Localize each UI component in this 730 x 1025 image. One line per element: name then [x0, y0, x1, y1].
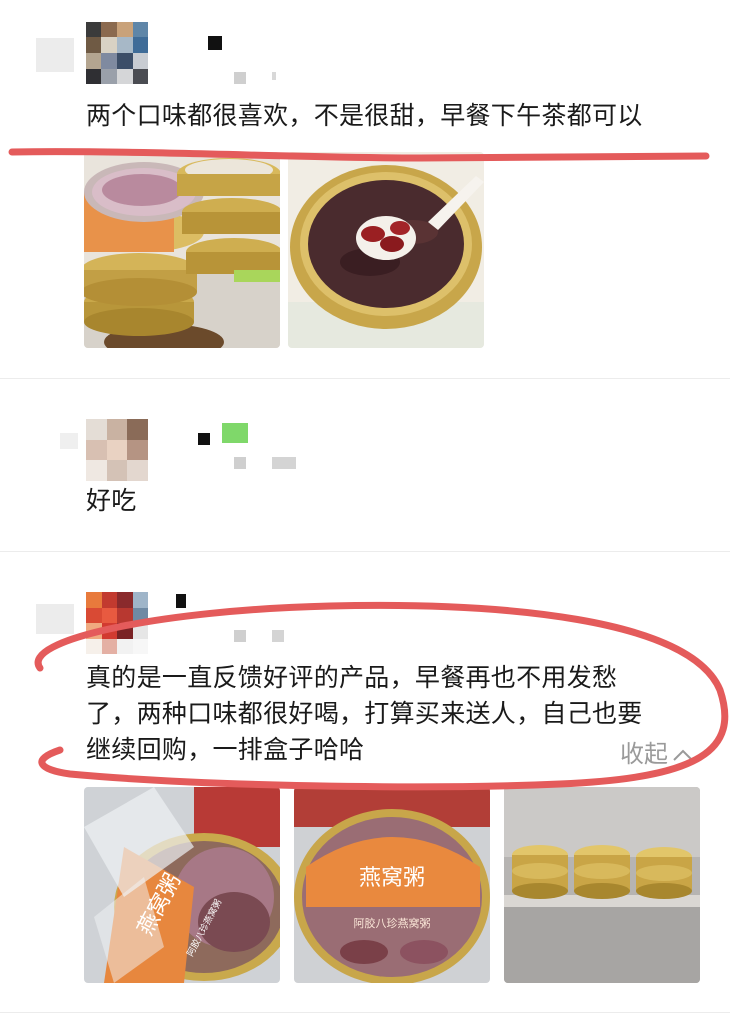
blurred-decoration — [36, 604, 74, 634]
masked-username — [208, 36, 222, 50]
avatar-mosaic — [86, 22, 148, 84]
masked-username — [198, 433, 210, 445]
review-card-1: 两个口味都很喜欢，不是很甜，早餐下午茶都可以 — [0, 0, 730, 378]
review-photo-wrapped-can[interactable]: 燕窝粥 阿胶八珍燕窝粥 — [84, 787, 280, 983]
collapse-label: 收起 — [620, 740, 668, 768]
user-avatar[interactable] — [86, 592, 148, 654]
masked-date — [234, 457, 246, 469]
review-text-line-1: 真的是一直反馈好评的产品，早餐再也不用发愁 — [86, 663, 618, 692]
masked-date-2 — [272, 457, 296, 469]
review-photo-can-shelf[interactable] — [504, 787, 700, 983]
masked-username — [176, 594, 186, 608]
collapse-button[interactable]: 收起 — [620, 734, 694, 769]
review-divider — [0, 1012, 730, 1013]
masked-username-color — [222, 423, 248, 443]
can-lid-sublabel: 阿胶八珍燕窝粥 — [354, 916, 431, 930]
masked-date-2 — [272, 72, 276, 80]
masked-date — [234, 72, 246, 84]
review-card-2: 好吃 — [0, 379, 730, 551]
blurred-decoration — [36, 38, 74, 72]
review-photo-red-bean-porridge[interactable] — [288, 152, 484, 348]
masked-date-2 — [272, 630, 284, 642]
avatar-mosaic — [86, 419, 148, 481]
user-avatar[interactable] — [86, 22, 148, 84]
avatar-mosaic — [86, 592, 148, 654]
review-photo-can-lid[interactable]: 燕窝粥 阿胶八珍燕窝粥 — [294, 787, 490, 983]
review-card-3: 真的是一直反馈好评的产品，早餐再也不用发愁 了，两种口味都很好喝，打算买来送人，… — [0, 552, 730, 1025]
chevron-up-icon — [672, 740, 694, 768]
review-text-line-3: 继续回购，一排盒子哈哈 — [86, 735, 365, 764]
masked-date — [234, 630, 246, 642]
user-avatar[interactable] — [86, 419, 148, 481]
review-photo-stacked-cans[interactable] — [84, 152, 280, 348]
review-text: 好吃 — [86, 486, 137, 515]
can-lid-label: 燕窝粥 — [359, 866, 425, 891]
review-text-line-2: 了，两种口味都很好喝，打算买来送人，自己也要 — [86, 699, 643, 728]
blurred-decoration — [60, 433, 78, 449]
review-text: 两个口味都很喜欢，不是很甜，早餐下午茶都可以 — [86, 101, 643, 130]
